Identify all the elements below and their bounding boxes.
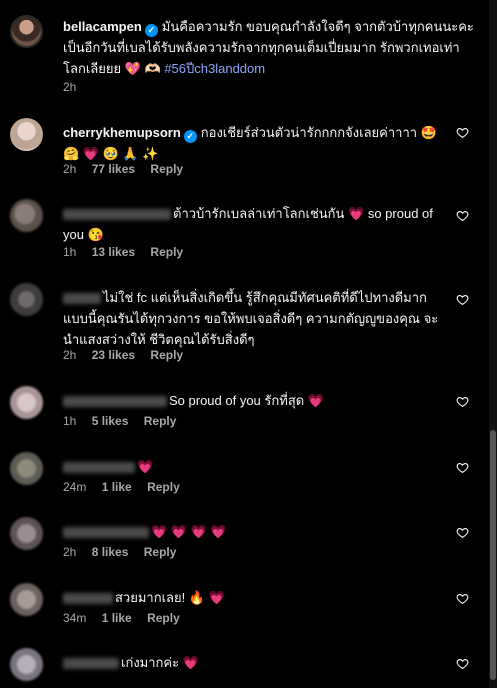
comment-time[interactable]: 1h — [63, 245, 76, 259]
comment-text: So proud of you รักที่สุด 💗 — [169, 393, 324, 408]
like-heart-icon[interactable] — [455, 461, 469, 475]
comment-time[interactable]: 1h — [63, 414, 76, 428]
avatar[interactable] — [10, 452, 43, 485]
like-heart-icon[interactable] — [455, 592, 469, 606]
like-heart-icon[interactable] — [455, 209, 469, 223]
comment-text-line2: 🤗 💗 🥹 🙏 ✨ — [63, 146, 159, 161]
scrollbar-thumb[interactable] — [490, 430, 496, 680]
reply-button[interactable]: Reply — [150, 245, 183, 259]
comment-text: ไม่ใช่ fc แต่เห็นสิ่งเกิดขึ้น รู้สึกคุณม… — [103, 290, 427, 305]
avatar[interactable] — [10, 118, 43, 151]
comment-likes[interactable]: 77 likes — [92, 162, 135, 176]
like-heart-icon[interactable] — [455, 526, 469, 540]
avatar[interactable] — [10, 386, 43, 419]
post-time[interactable]: 2h — [63, 80, 76, 94]
comment-text: ต้าวบ้ารักเบลล่าเท่าโลกเช่นกัน 💗 so prou… — [173, 206, 433, 221]
comment-time[interactable]: 34m — [63, 611, 86, 625]
verified-icon: ✓ — [183, 130, 197, 143]
verified-icon: ✓ — [144, 24, 158, 37]
comment-likes[interactable]: 23 likes — [92, 348, 135, 362]
comment-time[interactable]: 2h — [63, 545, 76, 559]
reply-button[interactable]: Reply — [147, 480, 180, 494]
avatar[interactable] — [10, 283, 43, 316]
blurred-username[interactable] — [63, 658, 119, 670]
blurred-username[interactable] — [63, 593, 113, 605]
comment-text: 💗 — [137, 459, 154, 474]
comment-text: สวยมากเลย! 🔥 💗 — [115, 590, 225, 605]
like-heart-icon[interactable] — [455, 126, 469, 140]
comment-likes[interactable]: 13 likes — [92, 245, 135, 259]
like-heart-icon[interactable] — [455, 293, 469, 307]
comment-time[interactable]: 2h — [63, 162, 76, 176]
avatar[interactable] — [10, 199, 43, 232]
comment-username[interactable]: cherrykhemupsorn — [63, 125, 181, 140]
comment-time[interactable]: 2h — [63, 348, 76, 362]
avatar[interactable] — [10, 648, 43, 681]
comment-likes[interactable]: 1 like — [102, 611, 132, 625]
blurred-username[interactable] — [63, 462, 135, 474]
scrollbar[interactable] — [489, 0, 497, 688]
comment-likes[interactable]: 5 likes — [92, 414, 129, 428]
comment-text: 💗 💗 💗 💗 — [151, 524, 227, 539]
comment-likes[interactable]: 8 likes — [92, 545, 129, 559]
like-heart-icon[interactable] — [455, 657, 469, 671]
comment-time[interactable]: 24m — [63, 480, 86, 494]
post-username[interactable]: bellacampen — [63, 19, 142, 34]
reply-button[interactable]: Reply — [147, 611, 180, 625]
avatar[interactable] — [10, 15, 43, 48]
comments-panel: bellacampen ✓ มันคือความรัก ขอบคุณกำลังใจด… — [0, 0, 497, 688]
comment-text-line2: you 😘 — [63, 227, 104, 242]
comment-text: กองเชียร์ส่วนตัวน่ารักกกกจังเลยค่าาาา 🤩 — [200, 125, 437, 140]
blurred-username[interactable] — [63, 209, 171, 221]
reply-button[interactable]: Reply — [150, 348, 183, 362]
blurred-username[interactable] — [63, 293, 101, 305]
blurred-username[interactable] — [63, 527, 149, 539]
avatar[interactable] — [10, 583, 43, 616]
hashtag-link[interactable]: #56ปีch3landdom — [164, 61, 265, 76]
comment-text: เก่งมากค่ะ 💗 — [121, 655, 199, 670]
reply-button[interactable]: Reply — [144, 414, 177, 428]
avatar[interactable] — [10, 517, 43, 550]
comment-text-line2: แบบนี้คุณรันได้ทุกวงการ ขอให้พบเจอสิ่งดี… — [63, 311, 439, 326]
reply-button[interactable]: Reply — [144, 545, 177, 559]
comment-text-line3: นำแสงสว่างให้ ชีวิตคุณได้รับสิ่งดีๆ — [63, 332, 255, 347]
blurred-username[interactable] — [63, 396, 167, 408]
like-heart-icon[interactable] — [455, 395, 469, 409]
reply-button[interactable]: Reply — [150, 162, 183, 176]
comment-likes[interactable]: 1 like — [102, 480, 132, 494]
